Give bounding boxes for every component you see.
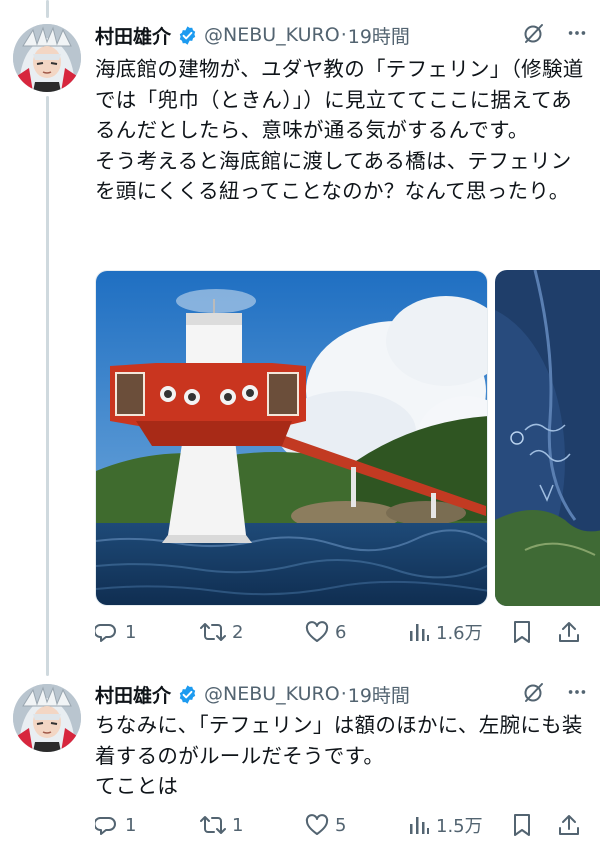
- reply-button[interactable]: 1: [95, 813, 136, 837]
- views-count: 1.6万: [436, 623, 483, 644]
- grok-icon[interactable]: [522, 21, 546, 50]
- views-icon: [410, 817, 429, 834]
- handle[interactable]: @NEBU_KURO: [204, 683, 340, 705]
- tweet-actions: 1 1 5 1.5万: [95, 810, 586, 840]
- retweet-count: 1: [232, 814, 244, 836]
- media-gallery[interactable]: [95, 270, 600, 606]
- like-count: 6: [335, 621, 347, 643]
- share-icon: [559, 815, 579, 835]
- more-icon[interactable]: [566, 22, 588, 49]
- views-button[interactable]: 1.6万: [408, 619, 483, 645]
- header-icons: [522, 21, 588, 50]
- photo-map: [495, 270, 600, 606]
- share-button[interactable]: [557, 813, 581, 837]
- tweet-header: 村田雄介 @NEBU_KURO · 19時間: [95, 18, 588, 52]
- tweet-header: 村田雄介 @NEBU_KURO · 19時間: [95, 677, 588, 711]
- reply-icon: [95, 817, 116, 835]
- like-icon: [305, 621, 329, 642]
- verified-badge-icon: [177, 25, 198, 46]
- share-icon: [559, 622, 579, 642]
- avatar-illustration: [13, 24, 81, 92]
- media-photo-undersea-observatory[interactable]: [95, 270, 488, 606]
- like-button[interactable]: 5: [305, 813, 346, 837]
- display-name[interactable]: 村田雄介: [95, 681, 171, 708]
- bookmark-button[interactable]: [511, 620, 533, 644]
- avatar[interactable]: [13, 24, 81, 92]
- separator-dot: ·: [340, 683, 347, 705]
- header-icons: [522, 680, 588, 709]
- tweet-text: ちなみに、「テフェリン」は額のほかに、左腕にも装着するのがルールだそうです。 て…: [95, 713, 583, 798]
- retweet-button[interactable]: 2: [200, 620, 243, 644]
- retweet-count: 2: [232, 621, 244, 643]
- views-count: 1.5万: [436, 816, 483, 837]
- handle[interactable]: @NEBU_KURO: [204, 24, 340, 46]
- timestamp[interactable]: 19時間: [348, 681, 410, 708]
- like-button[interactable]: 6: [305, 620, 346, 644]
- views-button[interactable]: 1.5万: [408, 812, 483, 838]
- like-icon: [305, 814, 329, 835]
- reply-count: 1: [125, 621, 137, 643]
- separator-dot: ·: [340, 24, 347, 46]
- bookmark-button[interactable]: [511, 813, 533, 837]
- retweet-icon: [200, 623, 226, 641]
- tweet-text: 海底館の建物が、ユダヤ教の「テフェリン」（修験道では「兜巾（ときん）」）に見立て…: [95, 57, 584, 203]
- display-name[interactable]: 村田雄介: [95, 22, 171, 49]
- avatar[interactable]: [13, 684, 81, 752]
- more-icon[interactable]: [566, 681, 588, 708]
- photo-undersea-observatory: [96, 271, 487, 605]
- grok-icon[interactable]: [522, 680, 546, 709]
- bookmark-icon: [514, 621, 530, 643]
- reply-count: 1: [125, 814, 137, 836]
- thread-line-connector: [46, 96, 49, 676]
- retweet-icon: [200, 816, 226, 834]
- bookmark-icon: [514, 814, 530, 836]
- share-button[interactable]: [557, 620, 581, 644]
- media-photo-map[interactable]: [495, 270, 600, 606]
- thread-line-top: [46, 0, 49, 18]
- tweet-actions: 1 2 6 1.6万: [95, 617, 586, 647]
- reply-button[interactable]: 1: [95, 620, 136, 644]
- retweet-button[interactable]: 1: [200, 813, 243, 837]
- reply-icon: [95, 624, 116, 642]
- timestamp[interactable]: 19時間: [348, 22, 410, 49]
- avatar-illustration: [13, 684, 81, 752]
- verified-badge-icon: [177, 684, 198, 705]
- like-count: 5: [335, 814, 347, 836]
- views-icon: [410, 624, 429, 641]
